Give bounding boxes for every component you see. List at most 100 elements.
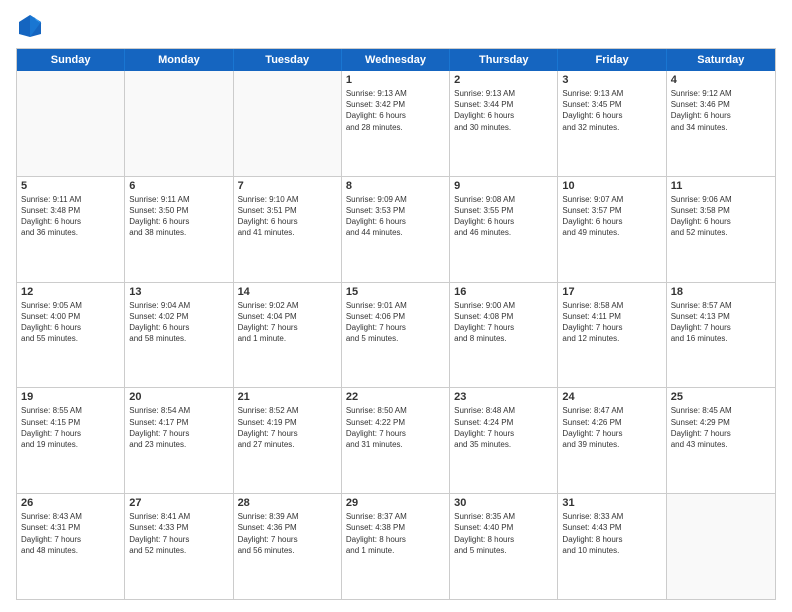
day-header-monday: Monday — [125, 49, 233, 71]
cell-day-number: 11 — [671, 180, 771, 192]
cell-info: Sunrise: 8:35 AM Sunset: 4:40 PM Dayligh… — [454, 511, 553, 556]
cell-day-number: 26 — [21, 497, 120, 509]
cell-day-number: 28 — [238, 497, 337, 509]
calendar-cell: 4 Sunrise: 9:12 AM Sunset: 3:46 PM Daylig… — [667, 71, 775, 176]
cell-info: Sunrise: 9:13 AM Sunset: 3:44 PM Dayligh… — [454, 88, 553, 133]
cell-info: Sunrise: 8:43 AM Sunset: 4:31 PM Dayligh… — [21, 511, 120, 556]
calendar-cell: 18Sunrise: 8:57 AM Sunset: 4:13 PM Dayli… — [667, 283, 775, 388]
cell-day-number: 9 — [454, 180, 553, 192]
day-header-wednesday: Wednesday — [342, 49, 450, 71]
week-row-4: 19Sunrise: 8:55 AM Sunset: 4:15 PM Dayli… — [17, 388, 775, 494]
cell-day-number: 14 — [238, 286, 337, 298]
calendar-cell: 23Sunrise: 8:48 AM Sunset: 4:24 PM Dayli… — [450, 388, 558, 493]
cell-day-number: 1 — [346, 74, 445, 86]
cell-info: Sunrise: 9:09 AM Sunset: 3:53 PM Dayligh… — [346, 194, 445, 239]
calendar-cell: 19Sunrise: 8:55 AM Sunset: 4:15 PM Dayli… — [17, 388, 125, 493]
page: SundayMondayTuesdayWednesdayThursdayFrid… — [0, 0, 792, 612]
cell-day-number: 21 — [238, 391, 337, 403]
cell-day-number: 12 — [21, 286, 120, 298]
cell-info: Sunrise: 8:55 AM Sunset: 4:15 PM Dayligh… — [21, 405, 120, 450]
cell-info: Sunrise: 9:01 AM Sunset: 4:06 PM Dayligh… — [346, 300, 445, 345]
calendar-cell: 31 Sunrise: 8:33 AM Sunset: 4:43 PM Dayli… — [558, 494, 666, 599]
calendar-cell: 24 Sunrise: 8:47 AM Sunset: 4:26 PM Dayli… — [558, 388, 666, 493]
cell-day-number: 30 — [454, 497, 553, 509]
logo-icon — [16, 12, 44, 40]
cell-info: Sunrise: 9:07 AM Sunset: 3:57 PM Dayligh… — [562, 194, 661, 239]
week-row-1: 1 Sunrise: 9:13 AM Sunset: 3:42 PM Daylig… — [17, 71, 775, 177]
day-header-saturday: Saturday — [667, 49, 775, 71]
calendar-cell: 2Sunrise: 9:13 AM Sunset: 3:44 PM Daylig… — [450, 71, 558, 176]
cell-info: Sunrise: 8:57 AM Sunset: 4:13 PM Dayligh… — [671, 300, 771, 345]
calendar-cell: 6 Sunrise: 9:11 AM Sunset: 3:50 PM Daylig… — [125, 177, 233, 282]
cell-info: Sunrise: 8:50 AM Sunset: 4:22 PM Dayligh… — [346, 405, 445, 450]
cell-day-number: 31 — [562, 497, 661, 509]
cell-info: Sunrise: 8:41 AM Sunset: 4:33 PM Dayligh… — [129, 511, 228, 556]
calendar-cell: 22Sunrise: 8:50 AM Sunset: 4:22 PM Dayli… — [342, 388, 450, 493]
header — [16, 12, 776, 40]
day-header-thursday: Thursday — [450, 49, 558, 71]
cell-day-number: 25 — [671, 391, 771, 403]
cell-day-number: 4 — [671, 74, 771, 86]
logo — [16, 12, 48, 40]
cell-info: Sunrise: 9:04 AM Sunset: 4:02 PM Dayligh… — [129, 300, 228, 345]
cell-day-number: 6 — [129, 180, 228, 192]
calendar-cell: 21 Sunrise: 8:52 AM Sunset: 4:19 PM Dayli… — [234, 388, 342, 493]
calendar-cell: 25 Sunrise: 8:45 AM Sunset: 4:29 PM Dayli… — [667, 388, 775, 493]
cell-day-number: 24 — [562, 391, 661, 403]
cell-info: Sunrise: 9:12 AM Sunset: 3:46 PM Dayligh… — [671, 88, 771, 133]
calendar-cell: 3Sunrise: 9:13 AM Sunset: 3:45 PM Daylig… — [558, 71, 666, 176]
calendar-cell: 27 Sunrise: 8:41 AM Sunset: 4:33 PM Dayli… — [125, 494, 233, 599]
calendar-cell: 30 Sunrise: 8:35 AM Sunset: 4:40 PM Dayli… — [450, 494, 558, 599]
calendar-cell: 14Sunrise: 9:02 AM Sunset: 4:04 PM Dayli… — [234, 283, 342, 388]
calendar: SundayMondayTuesdayWednesdayThursdayFrid… — [16, 48, 776, 600]
calendar-cell — [125, 71, 233, 176]
cell-info: Sunrise: 9:13 AM Sunset: 3:45 PM Dayligh… — [562, 88, 661, 133]
day-header-sunday: Sunday — [17, 49, 125, 71]
cell-info: Sunrise: 9:05 AM Sunset: 4:00 PM Dayligh… — [21, 300, 120, 345]
cell-info: Sunrise: 8:45 AM Sunset: 4:29 PM Dayligh… — [671, 405, 771, 450]
calendar-cell: 16 Sunrise: 9:00 AM Sunset: 4:08 PM Dayli… — [450, 283, 558, 388]
cell-info: Sunrise: 8:39 AM Sunset: 4:36 PM Dayligh… — [238, 511, 337, 556]
cell-day-number: 16 — [454, 286, 553, 298]
calendar-cell: 15 Sunrise: 9:01 AM Sunset: 4:06 PM Dayli… — [342, 283, 450, 388]
calendar-cell: 7Sunrise: 9:10 AM Sunset: 3:51 PM Daylig… — [234, 177, 342, 282]
calendar-cell: 17 Sunrise: 8:58 AM Sunset: 4:11 PM Dayli… — [558, 283, 666, 388]
cell-info: Sunrise: 9:13 AM Sunset: 3:42 PM Dayligh… — [346, 88, 445, 133]
cell-info: Sunrise: 8:52 AM Sunset: 4:19 PM Dayligh… — [238, 405, 337, 450]
cell-info: Sunrise: 8:33 AM Sunset: 4:43 PM Dayligh… — [562, 511, 661, 556]
week-row-3: 12 Sunrise: 9:05 AM Sunset: 4:00 PM Dayli… — [17, 283, 775, 389]
day-headers: SundayMondayTuesdayWednesdayThursdayFrid… — [17, 49, 775, 71]
cell-day-number: 17 — [562, 286, 661, 298]
calendar-cell — [667, 494, 775, 599]
cell-day-number: 20 — [129, 391, 228, 403]
cell-day-number: 13 — [129, 286, 228, 298]
calendar-cell: 29Sunrise: 8:37 AM Sunset: 4:38 PM Dayli… — [342, 494, 450, 599]
cell-day-number: 7 — [238, 180, 337, 192]
cell-day-number: 15 — [346, 286, 445, 298]
cell-info: Sunrise: 9:11 AM Sunset: 3:48 PM Dayligh… — [21, 194, 120, 239]
cell-info: Sunrise: 8:58 AM Sunset: 4:11 PM Dayligh… — [562, 300, 661, 345]
calendar-cell: 9 Sunrise: 9:08 AM Sunset: 3:55 PM Daylig… — [450, 177, 558, 282]
cell-info: Sunrise: 9:08 AM Sunset: 3:55 PM Dayligh… — [454, 194, 553, 239]
cell-info: Sunrise: 9:06 AM Sunset: 3:58 PM Dayligh… — [671, 194, 771, 239]
weeks: 1 Sunrise: 9:13 AM Sunset: 3:42 PM Daylig… — [17, 71, 775, 599]
cell-day-number: 27 — [129, 497, 228, 509]
calendar-cell: 12 Sunrise: 9:05 AM Sunset: 4:00 PM Dayli… — [17, 283, 125, 388]
cell-info: Sunrise: 8:47 AM Sunset: 4:26 PM Dayligh… — [562, 405, 661, 450]
calendar-cell: 13 Sunrise: 9:04 AM Sunset: 4:02 PM Dayli… — [125, 283, 233, 388]
week-row-5: 26 Sunrise: 8:43 AM Sunset: 4:31 PM Dayli… — [17, 494, 775, 599]
calendar-cell: 26 Sunrise: 8:43 AM Sunset: 4:31 PM Dayli… — [17, 494, 125, 599]
cell-info: Sunrise: 9:00 AM Sunset: 4:08 PM Dayligh… — [454, 300, 553, 345]
week-row-2: 5Sunrise: 9:11 AM Sunset: 3:48 PM Daylig… — [17, 177, 775, 283]
cell-info: Sunrise: 8:54 AM Sunset: 4:17 PM Dayligh… — [129, 405, 228, 450]
cell-day-number: 10 — [562, 180, 661, 192]
cell-info: Sunrise: 9:11 AM Sunset: 3:50 PM Dayligh… — [129, 194, 228, 239]
day-header-friday: Friday — [558, 49, 666, 71]
cell-day-number: 23 — [454, 391, 553, 403]
calendar-cell: 8 Sunrise: 9:09 AM Sunset: 3:53 PM Daylig… — [342, 177, 450, 282]
cell-day-number: 29 — [346, 497, 445, 509]
calendar-cell: 1 Sunrise: 9:13 AM Sunset: 3:42 PM Daylig… — [342, 71, 450, 176]
cell-day-number: 8 — [346, 180, 445, 192]
calendar-cell: 20 Sunrise: 8:54 AM Sunset: 4:17 PM Dayli… — [125, 388, 233, 493]
calendar-cell: 10 Sunrise: 9:07 AM Sunset: 3:57 PM Dayli… — [558, 177, 666, 282]
